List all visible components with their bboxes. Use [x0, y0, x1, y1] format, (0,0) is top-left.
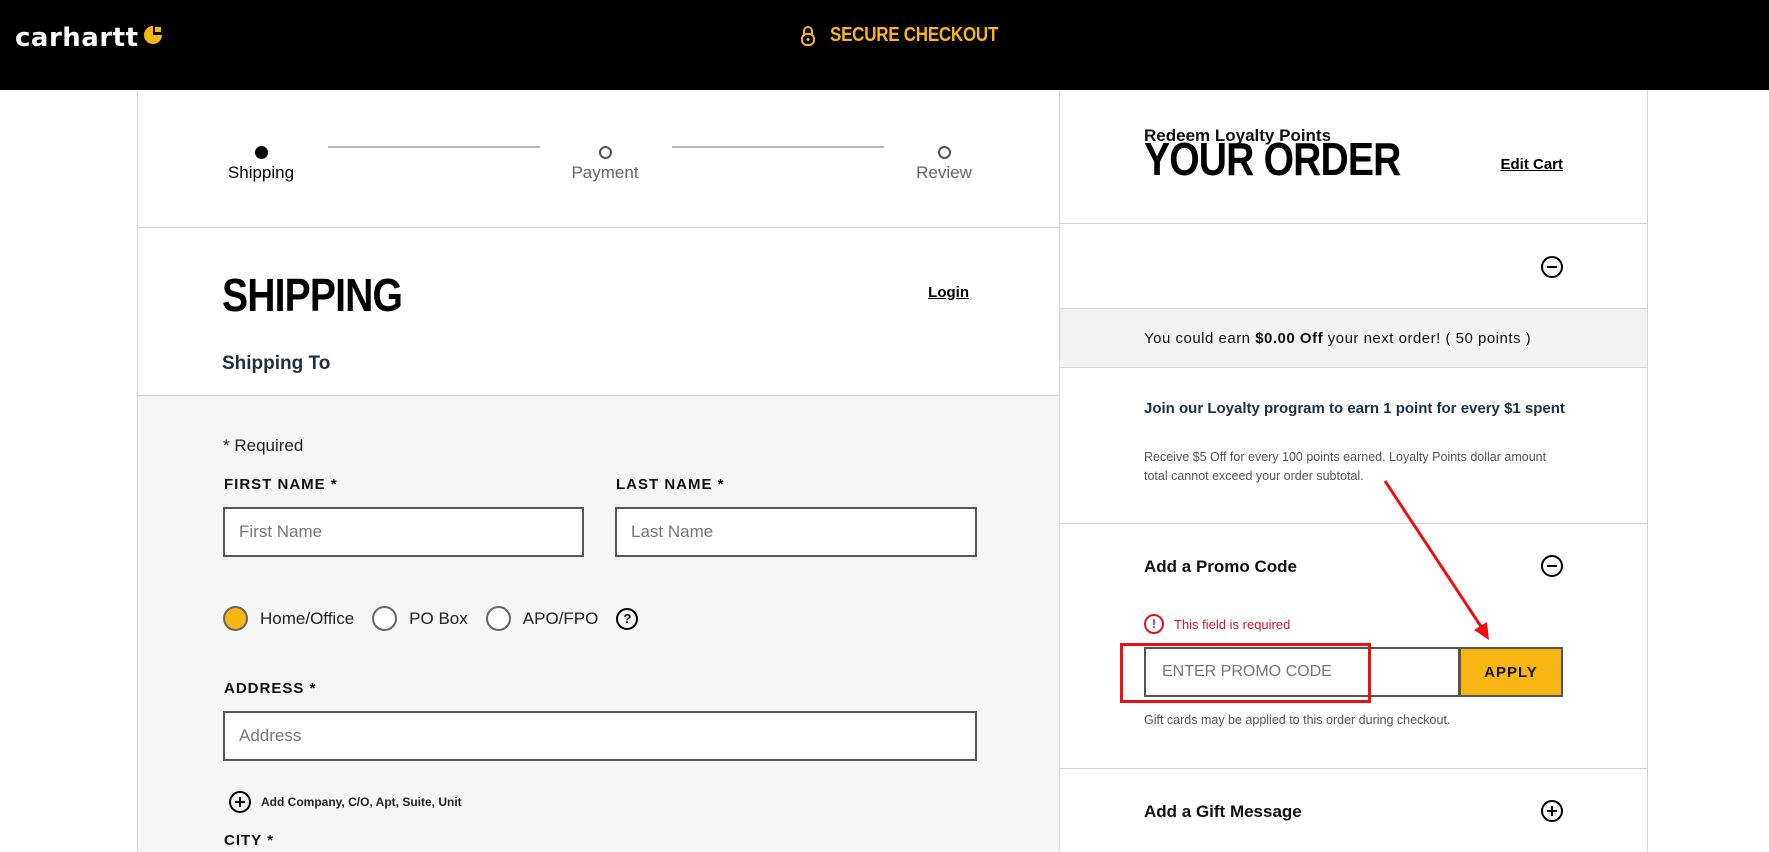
checkout-stepper: Shipping Payment Review — [138, 90, 1059, 228]
radio-label: APO/FPO — [522, 608, 599, 628]
lock-icon — [801, 25, 815, 46]
loyalty-earn-banner: You could earn $0.00 Off your next order… — [1060, 308, 1647, 368]
help-icon[interactable]: ? — [616, 607, 639, 630]
earn-suffix: your next order! ( 50 points ) — [1323, 330, 1532, 347]
apply-button[interactable]: APPLY — [1459, 647, 1563, 697]
earn-text: You could earn $0.00 Off your next order… — [1144, 330, 1531, 347]
radio-po-box[interactable] — [372, 606, 398, 631]
gift-card-note: Gift cards may be applied to this order … — [1144, 713, 1451, 727]
gift-message-title: Add a Gift Message — [1144, 802, 1302, 821]
step-label: Review — [916, 163, 972, 182]
step-shipping[interactable]: Shipping — [211, 146, 311, 183]
step-dot — [937, 146, 951, 159]
add-company-toggle[interactable]: Add Company, C/O, Apt, Suite, Unit — [229, 791, 462, 813]
address-type-group: Home/Office PO Box APO/FPO ? — [223, 606, 639, 631]
first-name-field[interactable]: First Name — [223, 507, 584, 557]
divider — [1060, 768, 1647, 769]
step-label: Payment — [571, 163, 639, 182]
annotation-highlight-box — [1120, 643, 1371, 703]
earn-amount: $0.00 Off — [1255, 330, 1324, 347]
address-label: ADDRESS * — [224, 680, 317, 697]
step-dot — [254, 146, 268, 159]
promo-title: Add a Promo Code — [1144, 557, 1298, 576]
promo-error: ! This field is required — [1144, 614, 1290, 634]
plus-circle-icon — [229, 791, 251, 813]
loyalty-join-title: Join our Loyalty program to earn 1 point… — [1144, 400, 1565, 417]
add-company-label: Add Company, C/O, Apt, Suite, Unit — [261, 795, 462, 809]
brand-wordmark: carhartt — [15, 23, 139, 53]
header-bar: carhartt SECURE CHECKOUT — [0, 0, 1769, 90]
shipping-column: Shipping Payment Review SHIPPING Login S… — [137, 90, 1060, 852]
last-name-field[interactable]: Last Name — [615, 507, 977, 557]
carhartt-c-icon — [143, 26, 162, 44]
first-name-label: FIRST NAME * — [224, 476, 338, 493]
order-header: YOUR ORDER Edit Cart — [1060, 90, 1647, 224]
order-summary: YOUR ORDER Edit Cart Redeem Loyalty Poin… — [1060, 90, 1648, 852]
step-label: Shipping — [227, 163, 295, 182]
radio-apo-fpo[interactable] — [485, 606, 511, 631]
radio-label: Home/Office — [260, 608, 355, 628]
collapse-promo-icon[interactable] — [1541, 555, 1563, 577]
carhartt-logo[interactable]: carhartt — [15, 23, 164, 53]
radio-home-office[interactable] — [223, 606, 248, 631]
shipping-to-heading: Shipping To — [222, 353, 331, 374]
divider — [1060, 523, 1647, 524]
city-label: CITY * — [224, 832, 274, 849]
step-payment[interactable]: Payment — [555, 146, 655, 183]
address-field[interactable]: Address — [223, 711, 977, 761]
radio-label: PO Box — [409, 608, 468, 628]
step-review[interactable]: Review — [894, 146, 994, 183]
edit-cart-link[interactable]: Edit Cart — [1500, 156, 1563, 173]
last-name-label: LAST NAME * — [616, 476, 725, 493]
shipping-header: SHIPPING Login Shipping To — [138, 228, 1059, 396]
secure-checkout: SECURE CHECKOUT — [800, 24, 1028, 47]
required-note: * Required — [223, 436, 304, 455]
error-icon: ! — [1144, 614, 1164, 634]
loyalty-title: Redeem Loyalty Points — [1144, 126, 1332, 145]
stepper-line — [328, 146, 540, 148]
shipping-form: * Required FIRST NAME * First Name LAST … — [138, 396, 1059, 852]
error-text: This field is required — [1174, 616, 1291, 632]
earn-prefix: You could earn — [1144, 330, 1256, 347]
login-link[interactable]: Login — [928, 284, 969, 301]
secure-checkout-label: SECURE CHECKOUT — [830, 24, 999, 46]
collapse-loyalty-icon[interactable] — [1541, 256, 1563, 278]
expand-gift-message-icon[interactable] — [1541, 800, 1563, 822]
loyalty-join-description: Receive $5 Off for every 100 points earn… — [1144, 450, 1547, 483]
stepper-line — [672, 146, 884, 148]
page-title: SHIPPING — [222, 269, 403, 321]
step-dot — [598, 146, 612, 159]
